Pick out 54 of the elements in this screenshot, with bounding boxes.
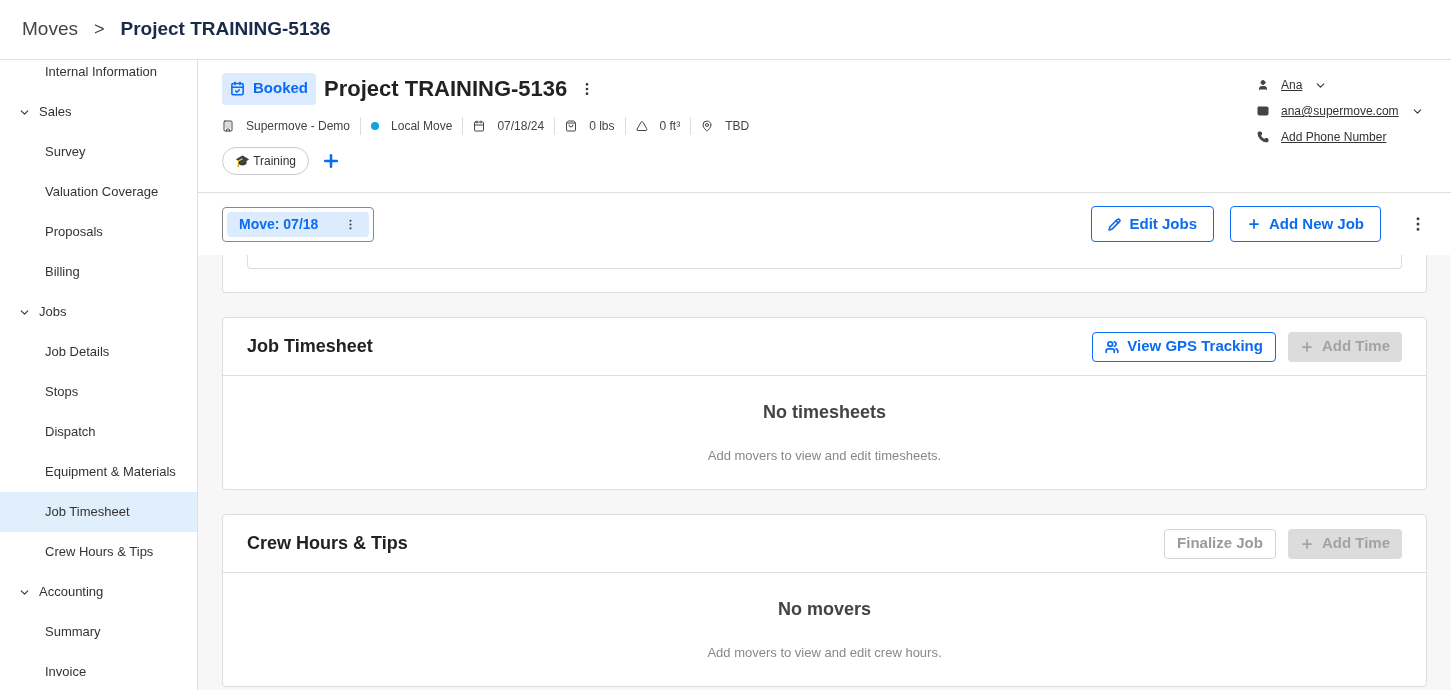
project-title: Project TRAINING-5136 xyxy=(324,75,568,103)
pin-icon xyxy=(701,120,714,132)
plus-icon xyxy=(1247,217,1261,231)
empty-title: No movers xyxy=(777,598,871,622)
empty-text: Add movers to view and edit timesheets. xyxy=(707,447,942,466)
sidebar-item[interactable]: Summary xyxy=(0,612,197,652)
plus-icon xyxy=(1299,536,1314,551)
sidebar-item[interactable]: Billing xyxy=(0,252,197,292)
meta-text: 0 lbs xyxy=(589,118,615,135)
calendar-check-icon xyxy=(230,81,245,96)
meta-text: 0 ft³ xyxy=(659,118,681,135)
meta-text: Supermove - Demo xyxy=(246,118,351,135)
meta-text: Local Move xyxy=(391,118,453,135)
card-title: Crew Hours & Tips xyxy=(247,532,408,555)
sidebar-item[interactable]: Dispatch xyxy=(0,412,197,452)
calendar-icon xyxy=(473,120,486,132)
phone-icon xyxy=(1257,131,1269,143)
card-title: Job Timesheet xyxy=(247,335,373,358)
pencil-icon xyxy=(1108,217,1122,231)
sidebar-group[interactable]: Accounting xyxy=(0,572,197,612)
sidebar-item[interactable]: Job Details xyxy=(0,332,197,372)
add-job-button[interactable]: Add New Job xyxy=(1230,206,1381,242)
sidebar-item[interactable]: Equipment & Materials xyxy=(0,452,197,492)
weight-icon xyxy=(565,120,578,132)
breadcrumb-current: Project TRAINING-5136 xyxy=(120,17,331,42)
empty-text: Add movers to view and edit crew hours. xyxy=(707,644,942,663)
contact-link[interactable]: Ana xyxy=(1281,76,1303,94)
sidebar-item[interactable]: Stops xyxy=(0,372,197,412)
sidebar-item[interactable]: Proposals xyxy=(0,212,197,252)
sidebar-item[interactable]: Internal Information xyxy=(0,52,197,92)
job-tab[interactable]: Move: 07/18 xyxy=(227,211,369,237)
meta-text: 07/18/24 xyxy=(497,118,545,135)
empty-title: No timesheets xyxy=(762,401,886,425)
sidebar-item[interactable]: Job Timesheet xyxy=(0,492,197,532)
person-icon xyxy=(1257,79,1269,91)
building-icon xyxy=(222,120,234,132)
sidebar-item[interactable]: Survey xyxy=(0,132,197,172)
breadcrumb-separator: > xyxy=(93,18,105,41)
gps-tracking-button[interactable]: View GPS Tracking xyxy=(1092,331,1276,362)
status-badge: Booked xyxy=(222,72,316,105)
people-icon xyxy=(1105,339,1120,354)
sidebar-item[interactable]: Crew Hours & Tips xyxy=(0,532,197,572)
contact-link[interactable]: Add Phone Number xyxy=(1281,128,1387,146)
edit-jobs-button[interactable]: Edit Jobs xyxy=(1091,206,1214,242)
sidebar-item[interactable]: Valuation Coverage xyxy=(0,172,197,212)
sidebar-group[interactable]: Jobs xyxy=(0,292,197,332)
contact-link[interactable]: ana@supermove.com xyxy=(1281,102,1399,120)
email-icon xyxy=(1257,105,1269,117)
sidebar-group[interactable]: Sales xyxy=(0,92,197,132)
meta-text: TBD xyxy=(725,118,750,135)
sidebar-item[interactable]: Invoice xyxy=(0,652,197,690)
breadcrumb-link[interactable]: Moves xyxy=(22,15,78,44)
plus-icon xyxy=(1299,339,1314,354)
volume-icon xyxy=(635,120,648,132)
